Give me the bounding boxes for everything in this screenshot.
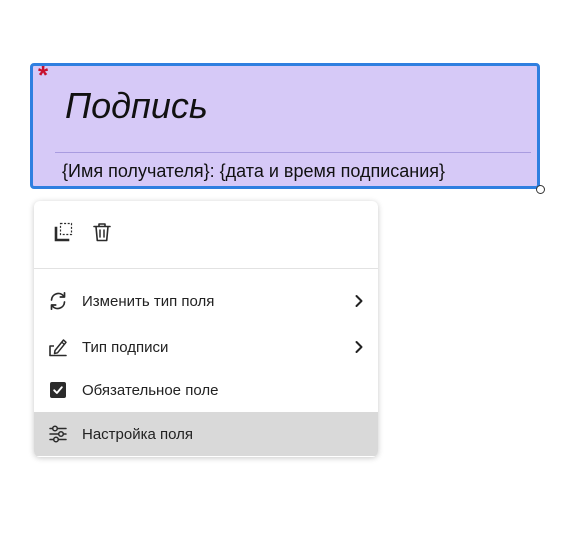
required-marker: * — [38, 60, 49, 90]
refresh-icon — [47, 290, 69, 312]
chevron-right-icon — [353, 294, 365, 308]
resize-handle[interactable] — [536, 185, 545, 194]
menu-item-label: Настройка поля — [82, 425, 194, 443]
duplicate-field-icon — [53, 221, 75, 248]
menu-item-change-field-type[interactable]: Изменить тип поля — [34, 279, 378, 323]
chevron-right-icon — [353, 340, 365, 354]
menu-item-label: Обязательное поле — [82, 381, 219, 399]
signature-line — [55, 152, 531, 153]
menu-item-label: Изменить тип поля — [82, 292, 215, 310]
signature-caption: {Имя получателя}: {дата и время подписан… — [62, 161, 446, 181]
signature-field[interactable]: * Подпись {Имя получателя}: {дата и врем… — [30, 60, 540, 189]
signature-field-title: Подпись — [65, 85, 208, 126]
menu-item-required-field[interactable]: Обязательное поле — [34, 368, 378, 412]
menu-item-label: Тип подписи — [82, 338, 169, 356]
duplicate-field-button[interactable] — [51, 221, 77, 247]
menu-item-signature-type[interactable]: Тип подписи — [34, 325, 378, 369]
menu-divider — [34, 268, 378, 269]
menu-toolbar — [34, 201, 378, 268]
required-field-checkbox[interactable] — [47, 379, 69, 401]
menu-item-field-settings[interactable]: Настройка поля — [34, 412, 378, 456]
trash-icon — [91, 221, 113, 248]
delete-field-button[interactable] — [89, 221, 115, 247]
field-context-menu: Изменить тип поля Тип подписи Обязательн… — [34, 201, 378, 457]
document-canvas: * Подпись {Имя получателя}: {дата и врем… — [0, 0, 574, 534]
checkbox-icon — [50, 382, 66, 398]
signature-pen-icon — [47, 336, 69, 358]
sliders-icon — [47, 423, 69, 445]
